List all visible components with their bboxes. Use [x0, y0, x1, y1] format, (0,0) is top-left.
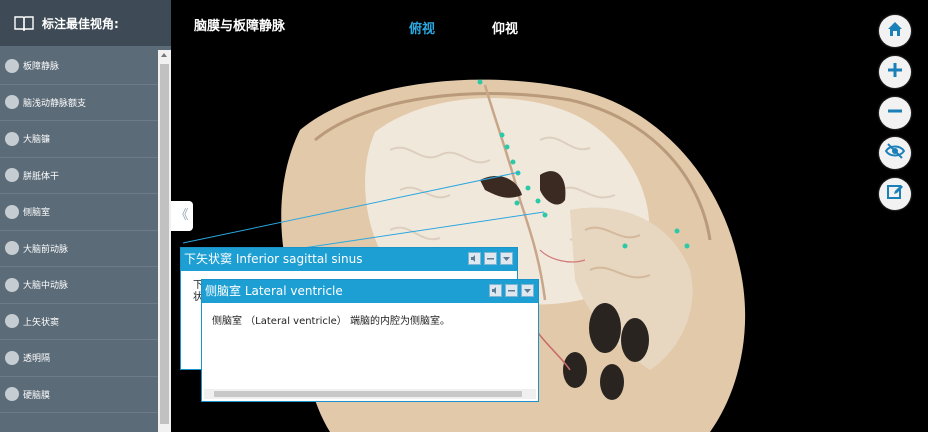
- zoom-out-button[interactable]: [879, 97, 911, 129]
- radio-dot-icon: [5, 277, 19, 292]
- hide-labels-button[interactable]: [879, 137, 911, 169]
- home-icon: [886, 20, 904, 42]
- panel-title: 侧脑室 Lateral ventricle: [205, 284, 343, 298]
- panel-description: 侧脑室 （Lateral ventricle） 端脑的内腔为侧脑室。: [212, 316, 450, 327]
- sidebar-item-corpus-callosum-trunk[interactable]: 胼胝体干: [0, 158, 158, 194]
- sidebar-title: 标注最佳视角:: [42, 16, 119, 31]
- speaker-icon[interactable]: [489, 284, 502, 297]
- minimize-icon[interactable]: [484, 252, 497, 265]
- zoom-in-button[interactable]: [879, 56, 911, 88]
- structure-list: 板障静脉 脑浅动静脉额支 大脑镰 胼胝体干 侧脑室 大脑前动脉 大脑中动脉 上矢…: [0, 48, 158, 413]
- sidebar-scrollbar[interactable]: [158, 50, 171, 432]
- zoom-in-icon: [886, 61, 904, 83]
- scrollbar-thumb[interactable]: [214, 391, 522, 397]
- sidebar-item-diploic-vein[interactable]: 板障静脉: [0, 48, 158, 85]
- radio-dot-icon: [5, 387, 19, 402]
- edit-button[interactable]: [879, 178, 911, 210]
- sidebar-item-superior-sagittal-sinus[interactable]: 上矢状窦: [0, 304, 158, 340]
- radio-dot-icon: [5, 168, 19, 183]
- home-button[interactable]: [879, 15, 911, 47]
- chevron-down-icon[interactable]: [521, 284, 534, 297]
- sidebar-item-superficial-temporal-frontal[interactable]: 脑浅动静脉额支: [0, 85, 158, 121]
- zoom-out-icon: [886, 102, 904, 124]
- sidebar-item-anterior-cerebral-artery[interactable]: 大脑前动脉: [0, 231, 158, 267]
- sidebar-header: 标注最佳视角:: [0, 0, 171, 46]
- collapse-sidebar-button[interactable]: 《: [171, 201, 193, 231]
- hide-icon: [884, 142, 906, 164]
- chevron-down-icon[interactable]: [500, 252, 513, 265]
- panel-horizontal-scrollbar[interactable]: [204, 389, 536, 399]
- panel-header[interactable]: 侧脑室 Lateral ventricle: [202, 280, 538, 303]
- scroll-up-icon[interactable]: [161, 53, 167, 57]
- radio-dot-icon: [5, 131, 19, 146]
- sidebar-item-dura-mater[interactable]: 硬脑膜: [0, 377, 158, 413]
- book-icon: [14, 15, 34, 32]
- panel-header[interactable]: 下矢状窦 Inferior sagittal sinus: [181, 248, 517, 271]
- radio-dot-icon: [5, 314, 19, 329]
- sidebar-item-middle-cerebral-artery[interactable]: 大脑中动脉: [0, 267, 158, 304]
- speaker-icon[interactable]: [468, 252, 481, 265]
- panel-title: 下矢状窦 Inferior sagittal sinus: [184, 252, 363, 266]
- radio-dot-icon: [5, 204, 19, 219]
- sidebar-item-falx-cerebri[interactable]: 大脑镰: [0, 121, 158, 158]
- tab-top-view[interactable]: 俯视: [409, 18, 435, 37]
- minimize-icon[interactable]: [505, 284, 518, 297]
- tab-bottom-view[interactable]: 仰视: [492, 18, 518, 37]
- info-panel-lateral-ventricle[interactable]: 侧脑室 Lateral ventricle 侧脑室 （Lateral ventr…: [201, 279, 539, 402]
- edit-icon: [886, 183, 904, 205]
- sidebar-item-septum-pellucidum[interactable]: 透明隔: [0, 340, 158, 377]
- sidebar-item-lateral-ventricle[interactable]: 侧脑室: [0, 194, 158, 231]
- radio-dot-icon: [5, 241, 19, 256]
- radio-dot-icon: [5, 58, 19, 73]
- page-title: 脑膜与板障静脉: [194, 19, 286, 34]
- scrollbar-thumb[interactable]: [160, 64, 169, 424]
- radio-dot-icon: [5, 95, 19, 110]
- sidebar: 标注最佳视角: 板障静脉 脑浅动静脉额支 大脑镰 胼胝体干 侧脑室 大脑前动脉 …: [0, 0, 171, 432]
- radio-dot-icon: [5, 350, 19, 365]
